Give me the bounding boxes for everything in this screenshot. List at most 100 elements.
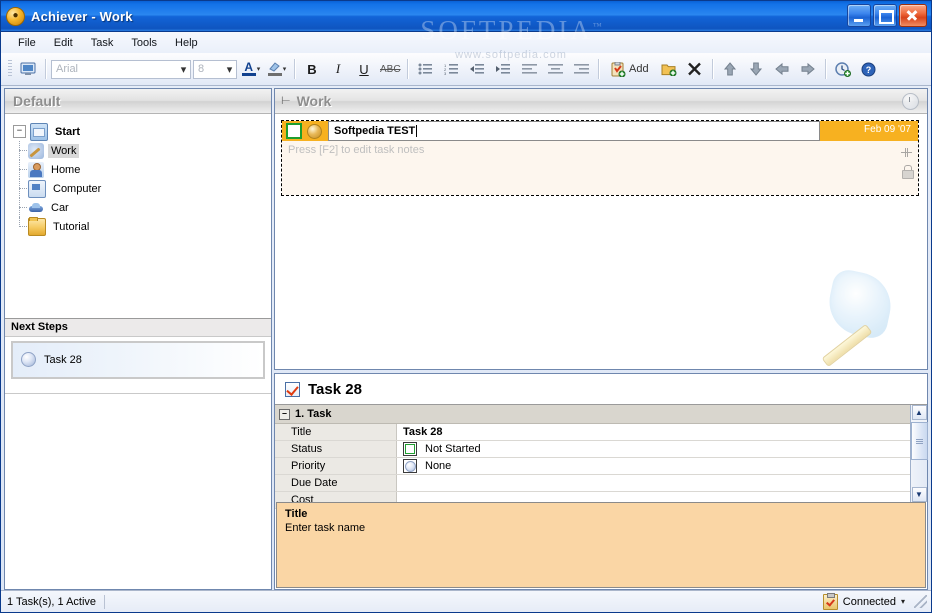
task-notes-area[interactable]: Press [F2] to edit task notes [282,141,918,195]
sidebar-item-home[interactable]: Home [11,160,271,179]
sidebar-item-work[interactable]: Work [11,141,271,160]
next-steps-header: Next Steps [5,317,271,337]
help-title: Title [285,508,308,520]
move-right-icon[interactable] [796,57,820,81]
task-title-value: Softpedia TEST [334,125,416,137]
task-list-header: ⊢ Work [275,89,927,114]
property-group-task[interactable]: − 1. Task [275,405,910,424]
tree-label-home: Home [51,163,81,176]
font-family-combo[interactable]: Arial ▾ [51,59,191,79]
bullet-list-icon[interactable] [413,57,437,81]
status-connection-area[interactable]: Connected ▾ [822,592,931,610]
decrease-indent-icon[interactable] [465,57,489,81]
chevron-down-icon[interactable]: ▾ [257,65,261,73]
minimize-button[interactable] [847,4,871,27]
chevron-down-icon[interactable]: ▾ [283,65,287,73]
scroll-thumb[interactable] [910,422,928,460]
tree-item-start[interactable]: − Start [11,122,271,141]
sidebar-item-computer[interactable]: Computer [11,179,271,198]
sidebar-item-tutorial[interactable]: Tutorial [11,216,271,236]
table-row[interactable]: Priority None [275,458,910,475]
numbered-list-icon[interactable]: 123 [439,57,463,81]
car-icon [28,200,44,216]
menu-help[interactable]: Help [166,35,207,51]
align-right-icon[interactable] [569,57,593,81]
highlight-color-button[interactable]: ▾ [265,57,289,81]
italic-button[interactable]: I [326,57,350,81]
task-checkbox[interactable] [286,123,302,139]
scroll-track[interactable] [911,460,927,487]
help-icon[interactable]: ? [857,57,881,81]
lock-icon[interactable] [901,165,914,179]
scroll-up-button[interactable]: ▲ [911,405,927,420]
bold-button[interactable]: B [300,57,324,81]
scroll-down-button[interactable]: ▼ [911,487,927,502]
menu-task[interactable]: Task [82,35,123,51]
property-value-status-cell[interactable]: Not Started [397,441,910,457]
align-left-icon[interactable] [517,57,541,81]
menu-file[interactable]: File [9,35,45,51]
property-value-due-date[interactable] [397,475,910,491]
table-row[interactable]: Title Task 28 [275,424,910,441]
font-color-button[interactable]: A ▾ [239,57,263,81]
collapse-icon[interactable]: − [13,125,26,138]
strikethrough-label: ABC [380,63,401,75]
folder-icon [28,216,46,236]
property-value-priority-cell[interactable]: None [397,458,910,474]
font-size-combo[interactable]: 8 ▾ [193,59,237,79]
align-center-icon[interactable] [543,57,567,81]
move-down-icon[interactable] [744,57,768,81]
status-bar: 1 Task(s), 1 Active Connected ▾ [1,590,931,612]
tree-node-icon: ⊢ [281,94,291,107]
underline-button[interactable]: U [352,57,376,81]
menu-edit[interactable]: Edit [45,35,82,51]
tree-label-start: Start [55,125,81,138]
toolbar-grip[interactable] [8,60,12,78]
collapse-icon[interactable]: − [279,408,290,420]
menu-tools[interactable]: Tools [122,35,166,51]
property-value-priority: None [425,460,452,472]
next-steps-list: Task 28 [5,336,271,393]
chevron-down-icon[interactable]: ▾ [901,597,905,606]
maximize-button[interactable] [873,4,897,27]
move-up-icon[interactable] [718,57,742,81]
priority-none-icon [21,352,36,367]
resize-grip[interactable] [914,595,927,608]
increase-indent-icon[interactable] [491,57,515,81]
task-date: Feb 09 '07 [864,124,911,135]
font-family-value: Arial [56,63,79,75]
tree-line [13,179,28,198]
strikethrough-button[interactable]: ABC [378,57,402,81]
italic-label: I [335,61,341,76]
font-color-letter: A [244,60,254,74]
delete-icon[interactable] [683,57,707,81]
priority-icon[interactable] [307,123,322,139]
sidebar-item-car[interactable]: Car [11,198,271,217]
window-title: Achiever - Work [31,8,133,24]
chevron-down-icon[interactable]: ▾ [177,61,190,78]
tree-line [13,198,28,217]
add-task-button[interactable]: Add [604,57,655,81]
add-folder-icon[interactable] [657,57,681,81]
main-area: Default − Start Work Home Computer Car T… [1,86,931,590]
move-left-icon[interactable] [770,57,794,81]
help-text: Enter task name [285,522,366,534]
monitor-icon[interactable] [16,57,40,81]
property-label-title: Title [275,424,397,440]
property-value-title[interactable]: Task 28 [397,424,910,440]
work-icon [28,142,44,159]
clock-icon[interactable] [902,93,919,110]
task-row[interactable]: Softpedia TEST Feb 09 '07 [282,121,918,141]
list-item[interactable]: Task 28 [11,340,265,379]
property-grid-scrollbar[interactable]: ▲ ▼ [910,405,928,502]
reminder-icon[interactable] [831,57,855,81]
left-panel: Default − Start Work Home Computer Car T… [4,88,272,590]
window-controls [847,4,927,27]
pin-icon[interactable] [901,147,912,158]
task-title-input[interactable]: Softpedia TEST [328,121,820,141]
table-row[interactable]: Status Not Started [275,441,910,458]
sidebar-header: Default [5,89,271,114]
close-button[interactable] [899,4,927,27]
chevron-down-icon[interactable]: ▾ [223,61,236,78]
table-row[interactable]: Due Date [275,475,910,492]
